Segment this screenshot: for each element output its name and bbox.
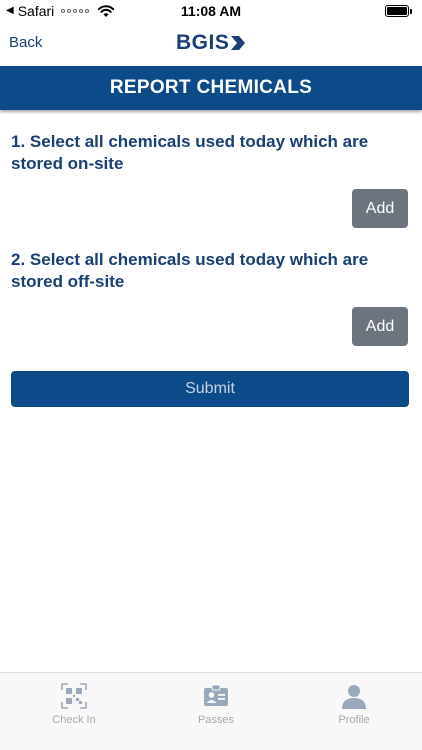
tab-profile-label: Profile	[338, 714, 370, 726]
tab-check-in[interactable]: Check In	[24, 683, 124, 733]
nav-bar: Back BGIS	[0, 22, 422, 66]
page-header: REPORT CHEMICALS	[0, 66, 422, 110]
status-bar: ◀ Safari 11:08 AM	[0, 0, 422, 22]
tab-profile[interactable]: Profile	[304, 683, 404, 733]
person-icon	[342, 685, 366, 709]
status-time: 11:08 AM	[180, 3, 242, 19]
logo-chevron-icon	[231, 36, 246, 50]
tab-check-in-label: Check In	[52, 714, 96, 726]
qr-code-icon	[61, 683, 87, 709]
id-card-icon	[204, 684, 228, 706]
logo-text: BGIS	[176, 31, 230, 54]
submit-button[interactable]: Submit	[11, 371, 409, 407]
tab-bar: Check In Passes Profile	[0, 672, 422, 750]
tab-passes-label: Passes	[197, 714, 235, 726]
tab-passes[interactable]: Passes	[166, 683, 266, 733]
battery-icon	[385, 5, 412, 17]
add-on-site-chemical-button[interactable]: Add	[352, 189, 408, 228]
back-button[interactable]: Back	[9, 34, 42, 51]
section-off-site-title: 2. Select all chemicals used today which…	[11, 250, 369, 291]
section-on-site-title: 1. Select all chemicals used today which…	[11, 132, 369, 173]
screen: ◀ Safari 11:08 AM Back BGIS REPORT CHEMI…	[0, 0, 422, 750]
add-off-site-chemical-button[interactable]: Add	[352, 307, 408, 346]
bgis-logo: BGIS	[176, 31, 246, 55]
page-title: REPORT CHEMICALS	[109, 77, 313, 98]
